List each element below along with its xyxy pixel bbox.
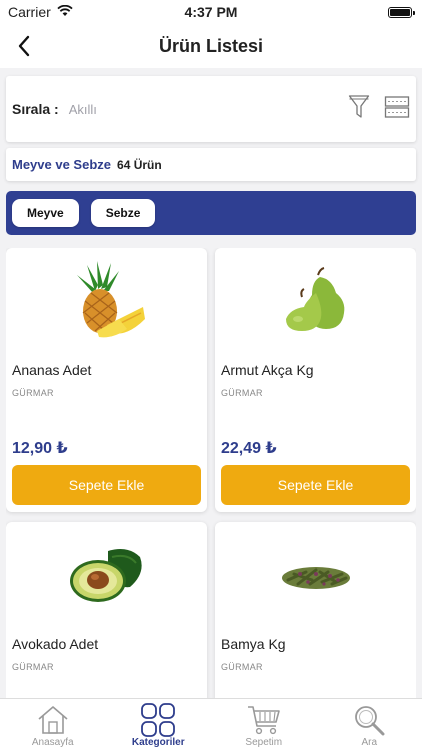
tab-kategoriler[interactable]: Kategoriler [106, 699, 212, 750]
product-name: Armut Akça Kg [221, 362, 314, 378]
add-to-cart-button[interactable]: Sepete Ekle [221, 465, 410, 505]
category-count: 64 Ürün [117, 157, 162, 172]
sort-actions [348, 94, 410, 125]
back-button[interactable] [8, 30, 40, 62]
product-name: Ananas Adet [12, 362, 92, 378]
sort-dropdown[interactable]: Akıllı [69, 102, 97, 117]
subcategory-chip-bar: Meyve Sebze [6, 191, 416, 235]
tab-label: Sepetim [245, 737, 283, 748]
status-left: Carrier [8, 4, 73, 20]
product-brand: GÜRMAR [221, 388, 263, 398]
categories-icon [140, 703, 176, 737]
product-name: Bamya Kg [221, 636, 286, 652]
pear-icon [215, 260, 416, 340]
page-title: Ürün Listesi [158, 35, 264, 56]
chevron-left-icon [18, 35, 30, 57]
tab-anasayfa[interactable]: Anasayfa [0, 699, 106, 750]
carrier-label: Carrier [8, 4, 51, 20]
sort-label: Sırala : [12, 101, 59, 117]
pineapple-icon [6, 260, 207, 340]
tab-label: Ara [361, 737, 378, 748]
product-name: Avokado Adet [12, 636, 99, 652]
tab-ara[interactable]: Ara [317, 699, 422, 750]
status-bar: Carrier 4:37 PM [0, 0, 422, 24]
product-card[interactable]: Bamya Kg GÜRMAR [215, 522, 416, 698]
product-brand: GÜRMAR [12, 662, 54, 672]
tab-label: Kategoriler [131, 737, 185, 748]
nav-bar: Ürün Listesi [0, 24, 422, 68]
product-brand: GÜRMAR [221, 662, 263, 672]
battery-icon [388, 6, 415, 18]
product-card[interactable]: Avokado Adet GÜRMAR [6, 522, 207, 698]
home-icon [36, 703, 70, 737]
chip-sebze[interactable]: Sebze [90, 199, 156, 227]
product-card[interactable]: Armut Akça Kg GÜRMAR 22,49 ₺ Sepete Ekle [215, 248, 416, 512]
sort-bar: Sırala : Akıllı [6, 76, 416, 142]
product-price: 12,90 ₺ [12, 440, 68, 457]
product-brand: GÜRMAR [12, 388, 54, 398]
tab-sepetim[interactable]: Sepetim [211, 699, 317, 750]
search-icon [352, 703, 386, 737]
product-price: 22,49 ₺ [221, 440, 277, 457]
grid-view-icon[interactable] [384, 95, 410, 124]
avocado-icon [6, 534, 207, 614]
tab-bar: Anasayfa Kategoriler Sepetim Ara [0, 698, 422, 750]
tab-label: Anasayfa [31, 737, 74, 748]
cart-icon [246, 703, 282, 737]
category-name: Meyve ve Sebze [12, 157, 112, 172]
wifi-icon [57, 4, 73, 20]
okra-icon [215, 534, 416, 614]
chip-meyve[interactable]: Meyve [12, 199, 79, 227]
category-bar: Meyve ve Sebze 64 Ürün [6, 148, 416, 181]
filter-icon[interactable] [348, 94, 370, 125]
add-to-cart-button[interactable]: Sepete Ekle [12, 465, 201, 505]
product-card[interactable]: Ananas Adet GÜRMAR 12,90 ₺ Sepete Ekle [6, 248, 207, 512]
product-grid: Ananas Adet GÜRMAR 12,90 ₺ Sepete Ekle A… [6, 248, 416, 698]
